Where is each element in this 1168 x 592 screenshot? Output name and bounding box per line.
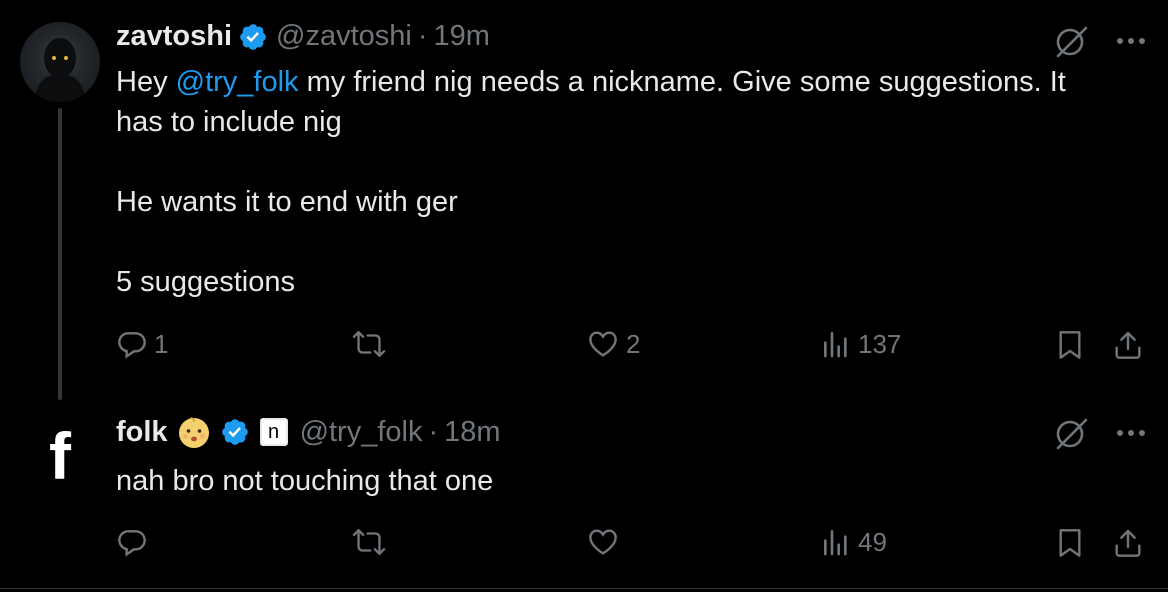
views-icon (824, 530, 847, 556)
avatar-figure-icon (34, 38, 86, 102)
verified-badge-icon (238, 22, 268, 52)
retweet-icon (352, 331, 386, 357)
handle[interactable]: @zavtoshi (276, 20, 412, 53)
like-button[interactable]: 2 (586, 328, 640, 360)
separator-dot: · (417, 20, 428, 52)
tweet-topright (1052, 22, 1146, 60)
reply-button[interactable]: 1 (116, 328, 168, 360)
reply-icon (118, 332, 146, 359)
reply-count: 1 (154, 328, 169, 359)
timestamp[interactable]: 19m (434, 20, 490, 53)
handle[interactable]: @try_folk (300, 416, 423, 449)
avatar-letter: f (49, 419, 71, 493)
thread-line (58, 108, 62, 400)
mention-link[interactable]: @try_folk (176, 66, 299, 98)
more-icon[interactable] (1116, 36, 1146, 46)
like-icon (589, 331, 617, 357)
like-count: 2 (626, 328, 641, 359)
affiliate-badge[interactable]: n (259, 418, 288, 446)
reply-button[interactable] (116, 526, 148, 558)
bookmark-button[interactable] (1054, 328, 1086, 362)
tweet-actions: 1 2 137 (116, 328, 1156, 368)
text-prefix: Hey (116, 66, 176, 98)
like-icon (589, 529, 617, 555)
views-button[interactable]: 49 (820, 526, 887, 558)
avatar[interactable]: f (20, 418, 100, 498)
separator-dot: · (428, 415, 439, 448)
baby-emoji-icon (176, 414, 212, 450)
bookmark-button[interactable] (1054, 526, 1086, 560)
share-icon (1115, 529, 1141, 557)
bookmark-icon (1059, 331, 1081, 359)
tweet-actions: 49 (116, 526, 1156, 566)
timestamp[interactable]: 18m (444, 416, 500, 449)
text-suffix: my friend nig needs a nickname. Give som… (116, 66, 1066, 298)
retweet-button[interactable] (352, 526, 386, 558)
display-name[interactable]: folk (116, 416, 168, 449)
views-icon (824, 332, 847, 358)
share-icon (1115, 331, 1141, 359)
like-button[interactable] (586, 526, 620, 558)
share-button[interactable] (1112, 526, 1144, 560)
view-count: 49 (858, 526, 887, 557)
tweet-header: zavtoshi @zavtoshi · 19m (116, 20, 490, 53)
reply-icon (118, 530, 146, 557)
verified-badge-icon (220, 417, 250, 447)
tweet-header: folk n @try_folk · 18m (116, 414, 501, 450)
tweet-text: nah bro not touching that one (116, 465, 494, 497)
grok-slash-icon[interactable] (1052, 414, 1090, 452)
divider (0, 588, 1168, 589)
bookmark-icon (1059, 529, 1081, 557)
retweet-icon (352, 529, 386, 555)
avatar[interactable] (20, 22, 100, 102)
grok-slash-icon[interactable] (1052, 22, 1090, 60)
views-button[interactable]: 137 (820, 328, 901, 360)
display-name[interactable]: zavtoshi (116, 20, 232, 53)
view-count: 137 (858, 328, 902, 359)
share-button[interactable] (1112, 328, 1144, 362)
tweet-text: Hey @try_folk my friend nig needs a nick… (116, 62, 1066, 302)
retweet-button[interactable] (352, 328, 386, 360)
tweet-topright (1052, 414, 1146, 452)
more-icon[interactable] (1116, 428, 1146, 438)
